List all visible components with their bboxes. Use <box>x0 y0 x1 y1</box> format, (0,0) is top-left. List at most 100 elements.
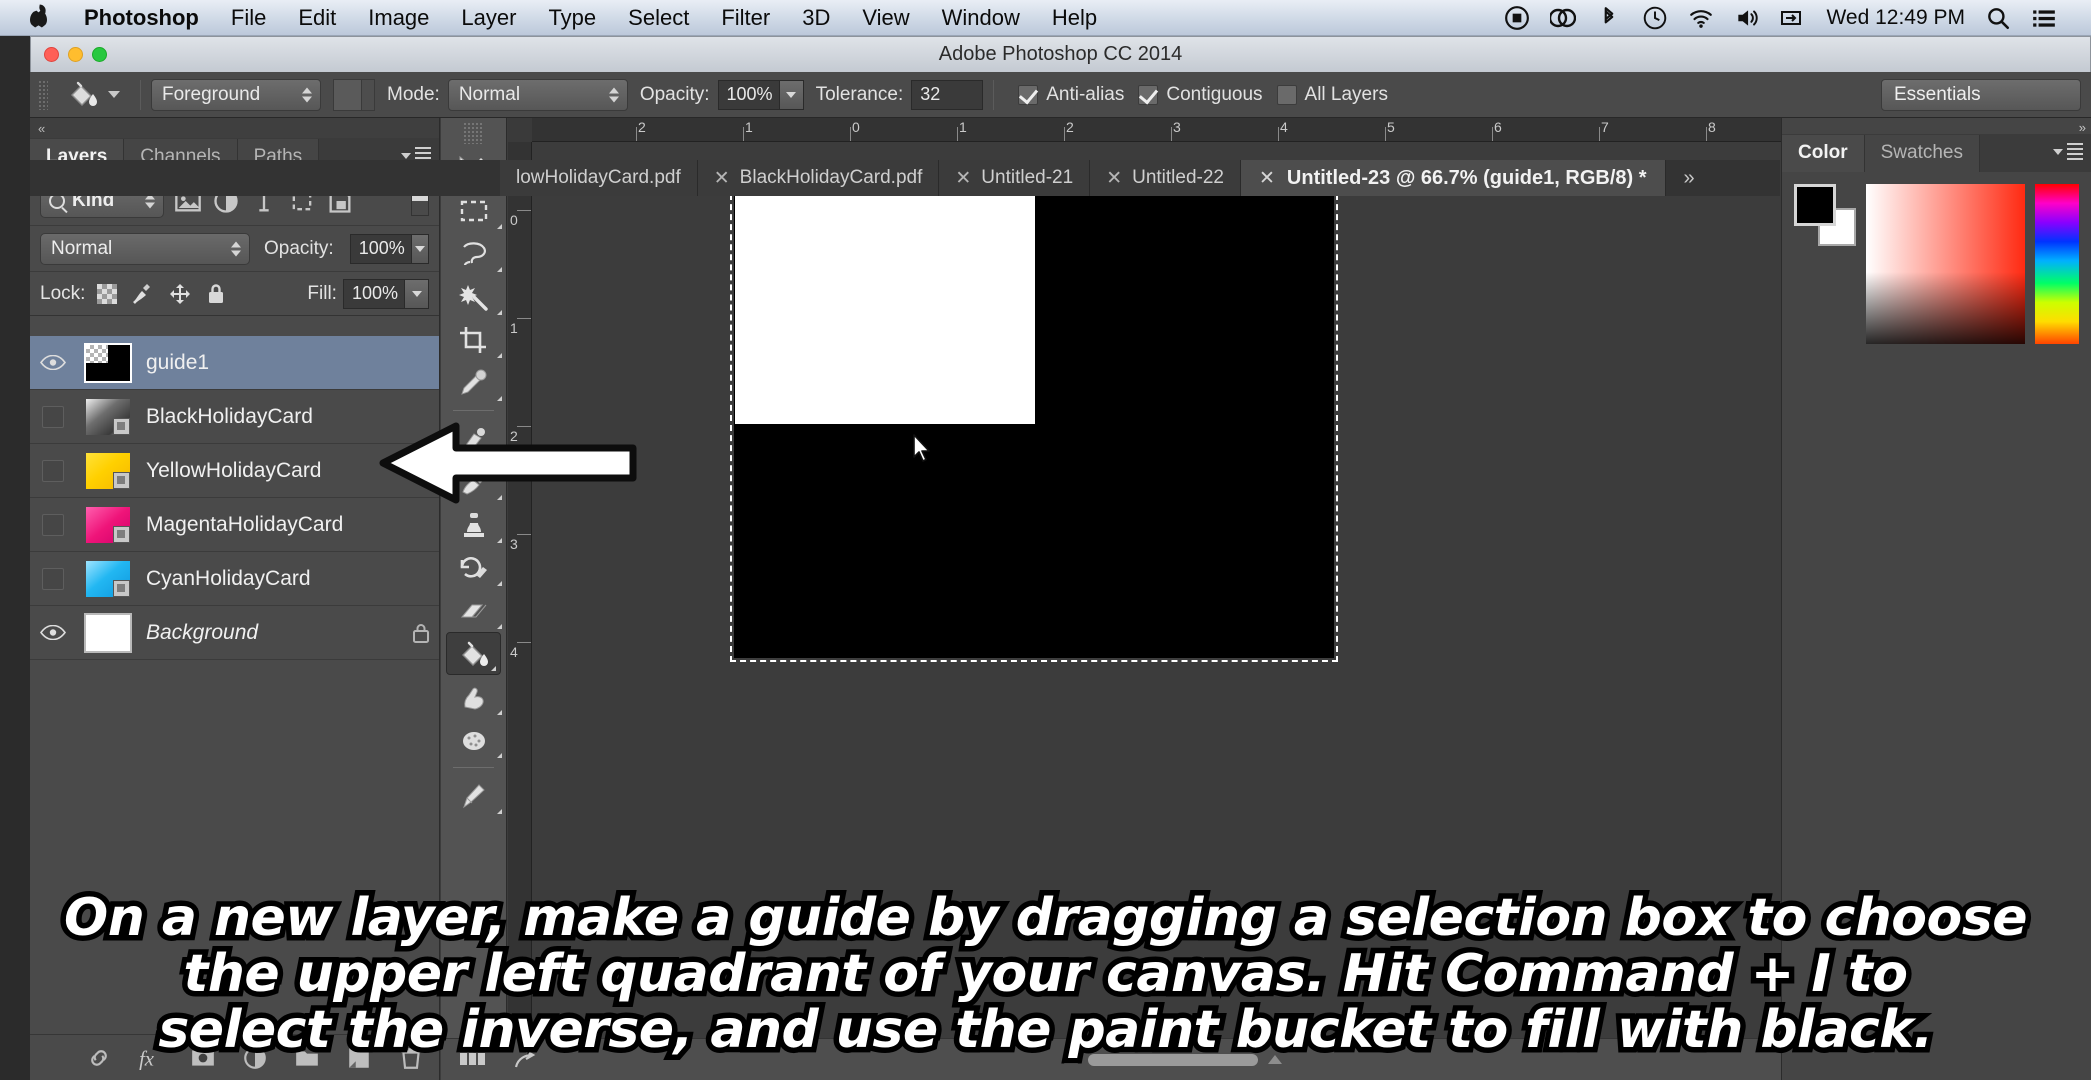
history-brush-tool[interactable] <box>441 546 506 589</box>
layer-row-background[interactable]: Background <box>30 606 439 660</box>
layer-blend-mode-select[interactable]: Normal <box>40 233 250 265</box>
layer-thumbnail[interactable] <box>76 505 140 545</box>
layer-visibility-toggle[interactable] <box>30 514 76 536</box>
eraser-tool[interactable] <box>441 589 506 632</box>
blur-tool[interactable] <box>441 718 506 761</box>
menu-layer[interactable]: Layer <box>445 5 532 31</box>
apple-logo-icon[interactable] <box>28 5 50 31</box>
layer-opacity-input[interactable]: 100% <box>350 234 429 264</box>
layer-thumbnail[interactable] <box>76 397 140 437</box>
document-tab-4-active[interactable]: ✕ Untitled-23 @ 66.7% (guide1, RGB/8) * <box>1241 160 1666 196</box>
menu-type[interactable]: Type <box>532 5 612 31</box>
paint-bucket-tool[interactable] <box>446 632 501 675</box>
layer-fill-input[interactable]: 100% <box>343 279 429 309</box>
menu-file[interactable]: File <box>215 5 282 31</box>
horizontal-ruler[interactable]: 2 1 0 1 2 3 4 5 6 <box>508 118 1781 142</box>
all-layers-checkbox[interactable]: All Layers <box>1277 84 1388 106</box>
lock-all-icon[interactable] <box>205 282 227 306</box>
panel-collapse-handle[interactable]: « <box>30 118 439 138</box>
document-tab-0[interactable]: lowHolidayCard.pdf <box>500 160 698 196</box>
layer-opacity-chevron-icon[interactable] <box>411 235 428 263</box>
clone-stamp-tool[interactable] <box>441 503 506 546</box>
document-tab-2[interactable]: ✕ Untitled-21 <box>939 160 1090 196</box>
notification-list-icon[interactable] <box>2031 5 2057 31</box>
lock-position-icon[interactable] <box>167 282 193 306</box>
bluetooth-icon[interactable] <box>1596 5 1622 31</box>
menu-window[interactable]: Window <box>926 5 1036 31</box>
panel-menu-icon[interactable] <box>2053 143 2083 160</box>
pen-tool[interactable] <box>441 774 506 817</box>
options-bar-grip[interactable] <box>38 80 48 110</box>
layer-thumbnail[interactable] <box>76 451 140 491</box>
layer-thumbnail[interactable] <box>76 343 140 383</box>
opacity-input[interactable]: 100% <box>718 80 804 110</box>
lock-transparency-icon[interactable] <box>97 284 117 304</box>
lasso-tool[interactable] <box>441 232 506 275</box>
color-ramp[interactable] <box>1866 184 2025 344</box>
workspace-switcher[interactable]: Essentials <box>1881 79 2081 111</box>
magic-wand-tool[interactable] <box>441 275 506 318</box>
foreground-background-swatches[interactable] <box>1794 184 1856 246</box>
close-tab-icon[interactable]: ✕ <box>955 167 971 190</box>
close-tab-icon[interactable]: ✕ <box>1106 167 1122 190</box>
fill-source-select[interactable]: Foreground <box>151 79 321 111</box>
hue-slider[interactable] <box>2035 184 2079 344</box>
contiguous-checkbox[interactable]: Contiguous <box>1138 84 1262 106</box>
tool-preset-picker[interactable] <box>56 80 130 110</box>
workspace-value: Essentials <box>1894 84 1981 106</box>
tools-grip[interactable] <box>463 122 484 144</box>
menu-view[interactable]: View <box>846 5 925 31</box>
layer-row-guide1[interactable]: guide1 <box>30 336 439 390</box>
ruler-label: 1 <box>959 119 967 135</box>
lock-image-icon[interactable] <box>129 282 155 306</box>
display-arrow-icon[interactable] <box>1780 5 1806 31</box>
menu-bar-clock[interactable]: Wed 12:49 PM <box>1826 6 1965 30</box>
tab-label: BlackHolidayCard.pdf <box>740 167 923 189</box>
layer-visibility-toggle[interactable] <box>30 460 76 482</box>
layer-name-magentaholidaycard[interactable]: MagentaHolidayCard <box>140 513 439 537</box>
creative-cloud-icon[interactable] <box>1550 5 1576 31</box>
menu-help[interactable]: Help <box>1036 5 1113 31</box>
crop-tool[interactable] <box>441 318 506 361</box>
artboard[interactable] <box>734 188 1334 658</box>
foreground-color-swatch[interactable] <box>1794 184 1836 226</box>
layer-row-cyanholidaycard[interactable]: CyanHolidayCard <box>30 552 439 606</box>
layer-thumbnail[interactable] <box>76 559 140 599</box>
layer-visibility-toggle[interactable] <box>30 568 76 590</box>
menu-edit[interactable]: Edit <box>282 5 352 31</box>
opacity-chevron-icon[interactable] <box>779 81 803 109</box>
tab-color[interactable]: Color <box>1782 135 1865 172</box>
layer-visibility-toggle[interactable] <box>30 406 76 428</box>
blend-mode-select[interactable]: Normal <box>448 79 628 111</box>
menu-filter[interactable]: Filter <box>705 5 786 31</box>
all-layers-label: All Layers <box>1305 84 1388 106</box>
time-machine-icon[interactable] <box>1642 5 1668 31</box>
layer-thumbnail[interactable] <box>76 613 140 653</box>
layer-visibility-toggle[interactable] <box>30 625 76 640</box>
document-tab-3[interactable]: ✕ Untitled-22 <box>1090 160 1241 196</box>
layer-fill-chevron-icon[interactable] <box>404 280 428 308</box>
close-tab-icon[interactable]: ✕ <box>1259 167 1275 190</box>
menu-3d[interactable]: 3D <box>786 5 846 31</box>
layer-name-cyanholidaycard[interactable]: CyanHolidayCard <box>140 567 439 591</box>
anti-alias-checkbox[interactable]: Anti-alias <box>1018 84 1124 106</box>
menu-select[interactable]: Select <box>612 5 705 31</box>
record-icon[interactable] <box>1504 5 1530 31</box>
panel-expand-handle[interactable]: » <box>2079 120 2085 135</box>
close-tab-icon[interactable]: ✕ <box>714 167 730 190</box>
pattern-swatch-picker[interactable] <box>333 79 375 111</box>
eyedropper-tool[interactable] <box>441 361 506 404</box>
menu-image[interactable]: Image <box>352 5 445 31</box>
wifi-icon[interactable] <box>1688 5 1714 31</box>
layer-name-guide1[interactable]: guide1 <box>140 351 439 375</box>
tolerance-input[interactable]: 32 <box>911 80 983 110</box>
dodge-tool[interactable] <box>441 675 506 718</box>
search-icon[interactable] <box>1985 5 2011 31</box>
menu-photoshop[interactable]: Photoshop <box>68 5 215 31</box>
layer-name-background[interactable]: Background <box>140 621 403 645</box>
volume-icon[interactable] <box>1734 5 1760 31</box>
document-tab-1[interactable]: ✕ BlackHolidayCard.pdf <box>698 160 940 196</box>
layer-visibility-toggle[interactable] <box>30 355 76 370</box>
tab-swatches[interactable]: Swatches <box>1865 135 1980 172</box>
tab-overflow-icon[interactable]: » <box>1666 160 1713 196</box>
